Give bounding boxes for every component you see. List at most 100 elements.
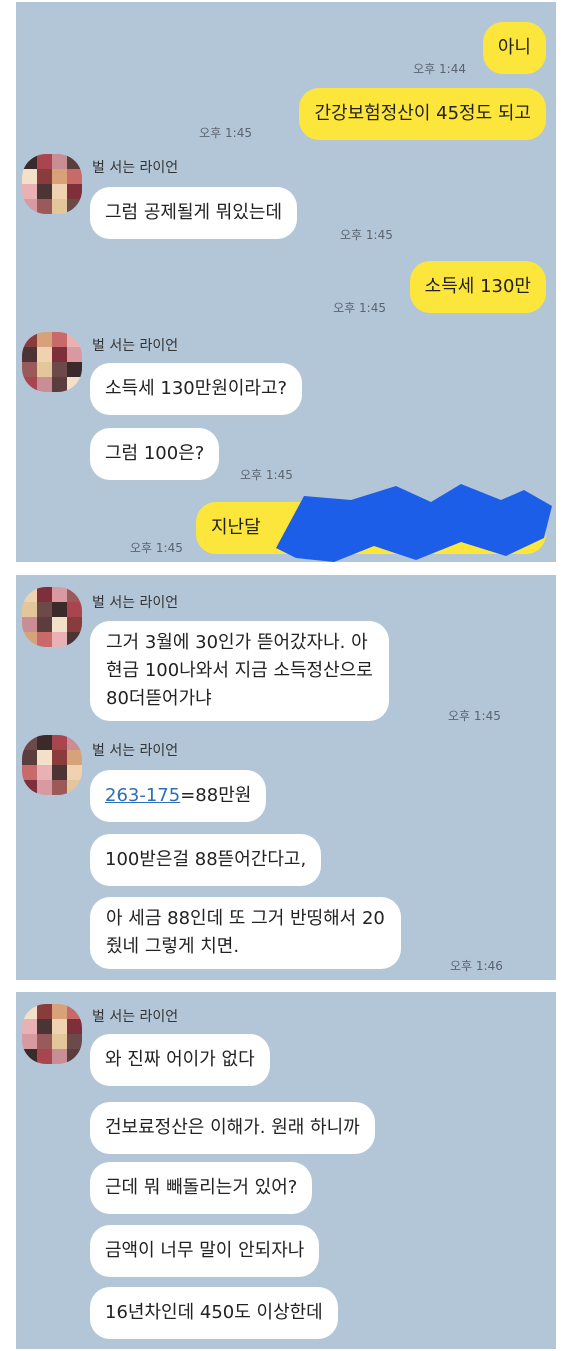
avatar-pixel [37, 617, 52, 632]
avatar-pixel [52, 602, 67, 617]
avatar-pixel [22, 154, 37, 169]
avatar-pixel [67, 1004, 82, 1019]
avatar-pixel [22, 1034, 37, 1049]
message-text-line: 그거 3월에 30인가 뜯어갔자나. 아 [106, 632, 368, 653]
sender-name: 벌 서는 라이언 [92, 338, 179, 354]
avatar-pixel [67, 184, 82, 199]
message-time: 오후 1:45 [130, 541, 183, 555]
avatar-pixel [52, 199, 67, 214]
avatar-pixel [22, 169, 37, 184]
message-time: 오후 1:46 [450, 959, 503, 973]
message-text: 소득세 130만 [424, 276, 531, 297]
their-message-bubble[interactable]: 16년차인데 450도 이상한데 [90, 1287, 338, 1339]
avatar-pixel [52, 1034, 67, 1049]
their-message-bubble[interactable]: 263-175=88만원 [90, 770, 267, 822]
avatar-pixel [22, 199, 37, 214]
avatar-pixel [37, 154, 52, 169]
message-text-line: 아 세금 88인데 또 그거 반띵해서 20 [106, 908, 385, 929]
sender-avatar[interactable] [22, 332, 82, 392]
avatar-pixel [67, 332, 82, 347]
avatar-pixel [22, 1004, 37, 1019]
avatar-pixel [22, 184, 37, 199]
avatar-pixel [22, 750, 37, 765]
avatar-pixel [67, 750, 82, 765]
avatar-pixel [52, 765, 67, 780]
avatar-pixel [37, 362, 52, 377]
avatar-pixel [22, 735, 37, 750]
avatar-pixel [67, 735, 82, 750]
avatar-pixel [52, 1049, 67, 1064]
avatar-pixel [67, 362, 82, 377]
sender-name: 벌 서는 라이언 [92, 160, 179, 176]
avatar-pixel [52, 347, 67, 362]
avatar-pixel [52, 617, 67, 632]
avatar-pixel [52, 780, 67, 795]
avatar-pixel [67, 154, 82, 169]
chat-screenshot-1: 아니 오후 1:44 간강보험정산이 45정도 되고 오후 1:45 벌 서는 … [16, 2, 556, 562]
avatar-pixel [67, 1019, 82, 1034]
sender-avatar[interactable] [22, 1004, 82, 1064]
sender-name: 벌 서는 라이언 [92, 595, 179, 611]
sender-name: 벌 서는 라이언 [92, 1009, 179, 1025]
their-message-bubble[interactable]: 100받은걸 88뜯어간다고, [90, 834, 322, 886]
their-message-bubble[interactable]: 그거 3월에 30인가 뜯어갔자나. 아 현금 100나와서 지금 소득정산으로… [90, 621, 389, 721]
message-text: 지난달 [211, 517, 261, 538]
my-message-bubble[interactable]: 소득세 130만 [409, 261, 546, 313]
my-message-bubble[interactable]: 아니 [482, 22, 546, 74]
avatar-pixel [67, 602, 82, 617]
avatar-pixel [37, 332, 52, 347]
avatar-pixel [22, 780, 37, 795]
their-message-bubble[interactable]: 그럼 100은? [90, 428, 220, 480]
their-message-bubble[interactable]: 그럼 공제될게 뭐있는데 [90, 187, 298, 239]
message-text: 그럼 100은? [105, 443, 205, 464]
sender-avatar[interactable] [22, 154, 82, 214]
sender-name: 벌 서는 라이언 [92, 743, 179, 759]
message-time: 오후 1:45 [340, 228, 393, 242]
message-text: 100받은걸 88뜯어간다고, [105, 849, 307, 870]
avatar-pixel [22, 602, 37, 617]
avatar-pixel [52, 1004, 67, 1019]
avatar-pixel [37, 750, 52, 765]
their-message-bubble[interactable]: 건보료정산은 이해가. 원래 하니까 [90, 1102, 375, 1154]
avatar-pixel [37, 199, 52, 214]
sender-avatar[interactable] [22, 735, 82, 795]
avatar-pixel [67, 617, 82, 632]
avatar-pixel [22, 617, 37, 632]
avatar-pixel [37, 377, 52, 392]
avatar-pixel [52, 169, 67, 184]
message-text: 아니 [497, 37, 531, 58]
avatar-pixel [37, 1004, 52, 1019]
avatar-pixel [67, 347, 82, 362]
their-message-bubble[interactable]: 금액이 너무 말이 안되자나 [90, 1225, 320, 1277]
message-text-line: 현금 100나와서 지금 소득정산으로 [106, 660, 373, 681]
avatar-pixel [22, 377, 37, 392]
their-message-bubble[interactable]: 소득세 130만원이라고? [90, 363, 303, 415]
avatar-pixel [22, 332, 37, 347]
sender-avatar[interactable] [22, 587, 82, 647]
message-text: 건보료정산은 이해가. 원래 하니까 [105, 1117, 360, 1138]
message-text: 간강보험정산이 45정도 되고 [314, 103, 531, 124]
message-text: 16년차인데 450도 이상한데 [105, 1302, 323, 1323]
avatar-pixel [37, 735, 52, 750]
their-message-bubble[interactable]: 와 진짜 어이가 없다 [90, 1034, 270, 1086]
avatar-pixel [52, 362, 67, 377]
their-message-bubble[interactable]: 근데 뭐 빼돌리는거 있어? [90, 1162, 313, 1214]
message-text: 소득세 130만원이라고? [105, 378, 288, 399]
avatar-pixel [37, 1019, 52, 1034]
avatar-pixel [67, 1034, 82, 1049]
avatar-pixel [52, 632, 67, 647]
avatar-pixel [67, 765, 82, 780]
avatar-pixel [22, 362, 37, 377]
avatar-pixel [67, 587, 82, 602]
message-time: 오후 1:44 [413, 62, 466, 76]
avatar-pixel [22, 1049, 37, 1064]
avatar-pixel [67, 169, 82, 184]
message-link[interactable]: 263-175 [105, 785, 180, 806]
avatar-pixel [22, 347, 37, 362]
their-message-bubble[interactable]: 아 세금 88인데 또 그거 반띵해서 20 줬네 그렇게 치면. [90, 897, 401, 969]
avatar-pixel [22, 765, 37, 780]
avatar-pixel [22, 1019, 37, 1034]
my-message-bubble[interactable]: 간강보험정산이 45정도 되고 [299, 88, 546, 140]
avatar-pixel [37, 765, 52, 780]
message-text: 근데 뭐 빼돌리는거 있어? [105, 1177, 298, 1198]
